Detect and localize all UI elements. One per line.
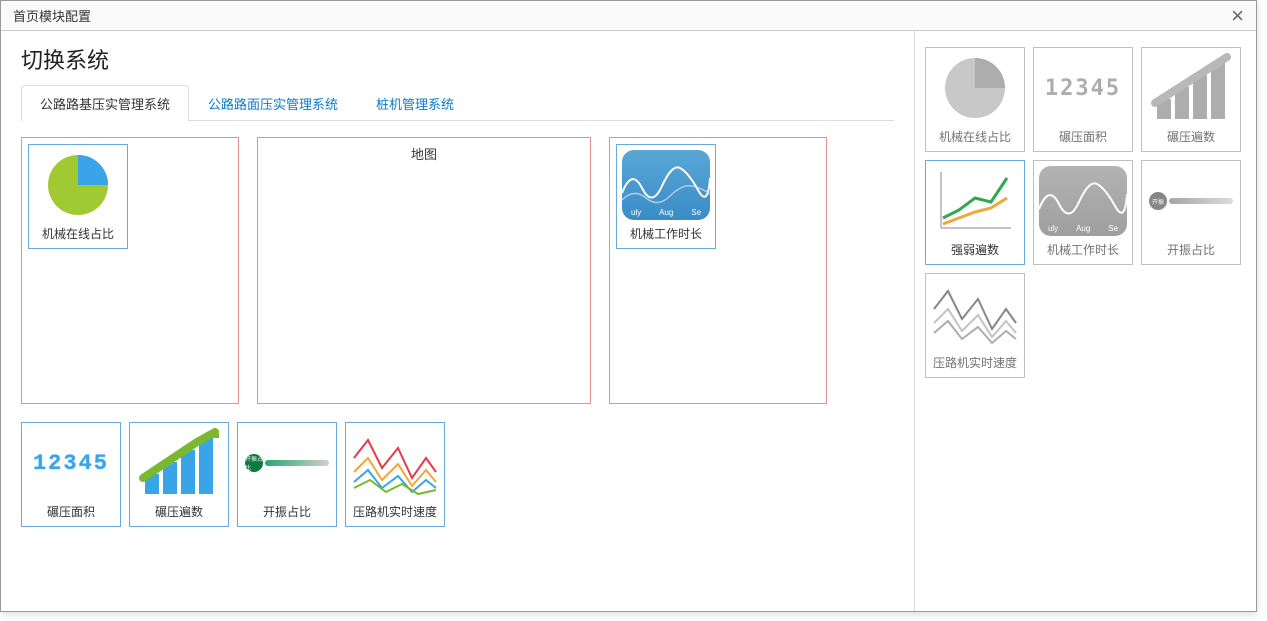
left-panel: 切换系统 公路路基压实管理系统 公路路面压实管理系统 桩机管理系统 <box>1 31 914 611</box>
wave-chart-icon: uly Aug Se <box>1039 165 1127 237</box>
bar-chart-icon <box>135 427 223 499</box>
pie-chart-icon <box>931 52 1019 124</box>
module-label: 开振占比 <box>1167 241 1215 258</box>
gauge-icon: 开振 <box>1147 165 1235 237</box>
module-machine-online-ratio[interactable]: 机械在线占比 <box>28 144 128 249</box>
trend-up-icon <box>931 165 1019 237</box>
digit-display-icon: 12345 <box>27 427 115 499</box>
module-roller-speed[interactable]: 压路机实时速度 <box>345 422 445 527</box>
module-label: 开振占比 <box>263 503 311 520</box>
module-label: 碾压遍数 <box>1167 128 1215 145</box>
module-label: 压路机实时速度 <box>353 503 437 520</box>
module-label: 机械工作时长 <box>1047 241 1119 258</box>
module-library-panel: 机械在线占比 12345 碾压面积 碾压遍 <box>914 31 1256 611</box>
module-label: 碾压面积 <box>47 503 95 520</box>
module-vibration-ratio[interactable]: 开振占比 开振占比 <box>237 422 337 527</box>
layout-bottom-row: 12345 碾压面积 碾 <box>21 422 894 527</box>
module-label: 碾压面积 <box>1059 128 1107 145</box>
layout-top-row: 机械在线占比 地图 <box>21 137 894 404</box>
digit-display-icon: 12345 <box>1039 52 1127 124</box>
tab-pile-machine[interactable]: 桩机管理系统 <box>357 85 473 121</box>
module-label: 碾压遍数 <box>155 503 203 520</box>
dialog-title: 首页模块配置 <box>13 6 91 25</box>
library-module-compaction-passes[interactable]: 碾压遍数 <box>1141 47 1241 152</box>
library-module-machine-online-ratio[interactable]: 机械在线占比 <box>925 47 1025 152</box>
gauge-icon: 开振占比 <box>243 427 331 499</box>
drop-zone-right[interactable]: uly Aug Se 机械工作时长 <box>609 137 827 404</box>
library-module-machine-work-hours[interactable]: uly Aug Se 机械工作时长 <box>1033 160 1133 265</box>
pie-chart-icon <box>34 149 122 221</box>
tab-road-surface[interactable]: 公路路面压实管理系统 <box>189 85 357 121</box>
bar-chart-icon <box>1147 52 1235 124</box>
system-tabs: 公路路基压实管理系统 公路路面压实管理系统 桩机管理系统 <box>21 85 894 121</box>
library-module-strong-weak-passes[interactable]: 强弱遍数 <box>925 160 1025 265</box>
wave-chart-icon: uly Aug Se <box>622 149 710 221</box>
multi-line-chart-icon <box>931 278 1019 350</box>
module-label: 机械在线占比 <box>42 225 114 242</box>
library-module-vibration-ratio[interactable]: 开振 开振占比 <box>1141 160 1241 265</box>
dialog-body: 切换系统 公路路基压实管理系统 公路路面压实管理系统 桩机管理系统 <box>1 31 1256 611</box>
module-compaction-passes[interactable]: 碾压遍数 <box>129 422 229 527</box>
library-module-compaction-area[interactable]: 12345 碾压面积 <box>1033 47 1133 152</box>
module-label: 机械在线占比 <box>939 128 1011 145</box>
module-label: 压路机实时速度 <box>933 354 1017 371</box>
map-zone-label: 地图 <box>411 147 437 162</box>
drop-zone-map[interactable]: 地图 <box>257 137 591 404</box>
section-title: 切换系统 <box>21 43 894 75</box>
drop-zone-left[interactable]: 机械在线占比 <box>21 137 239 404</box>
module-config-dialog: 首页模块配置 × 切换系统 公路路基压实管理系统 公路路面压实管理系统 桩机管理… <box>0 0 1257 612</box>
library-module-roller-speed[interactable]: 压路机实时速度 <box>925 273 1025 378</box>
module-compaction-area[interactable]: 12345 碾压面积 <box>21 422 121 527</box>
module-label: 机械工作时长 <box>630 225 702 242</box>
module-label: 强弱遍数 <box>951 241 999 258</box>
dialog-header: 首页模块配置 × <box>1 1 1256 31</box>
tab-road-subgrade[interactable]: 公路路基压实管理系统 <box>21 85 189 121</box>
module-machine-work-hours[interactable]: uly Aug Se 机械工作时长 <box>616 144 716 249</box>
close-icon[interactable]: × <box>1231 5 1244 27</box>
multi-line-chart-icon <box>351 427 439 499</box>
